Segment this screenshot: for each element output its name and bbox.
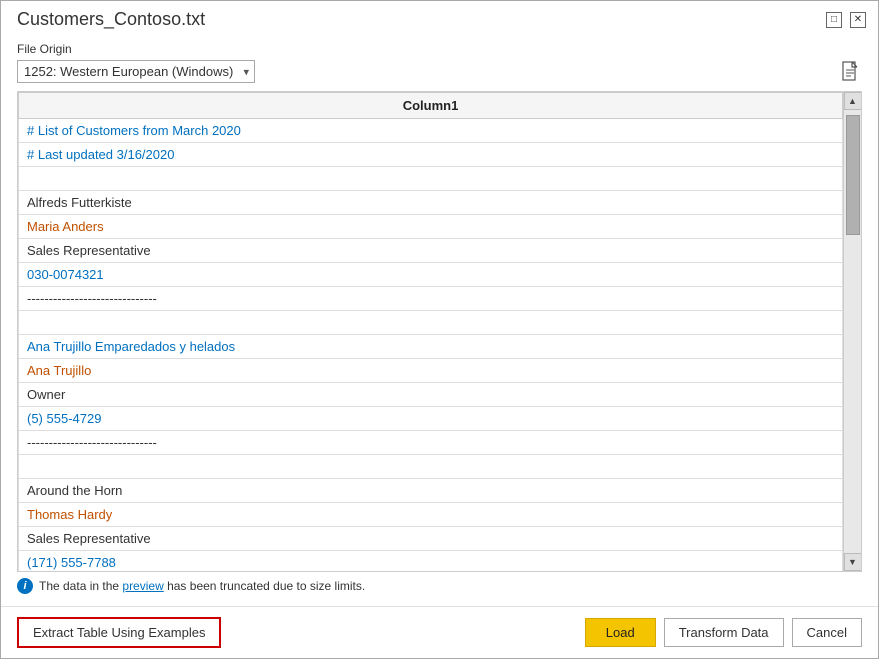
table-row: [19, 455, 843, 479]
table-cell: (5) 555-4729: [19, 407, 843, 431]
table-cell: Thomas Hardy: [19, 503, 843, 527]
preview-link[interactable]: preview: [122, 579, 163, 593]
table-cell: ------------------------------: [19, 431, 843, 455]
transform-data-button[interactable]: Transform Data: [664, 618, 784, 647]
column-header: Column1: [19, 93, 843, 119]
table-cell: 030-0074321: [19, 263, 843, 287]
title-bar: Customers_Contoso.txt □ ✕: [1, 1, 878, 34]
table-cell: Sales Representative: [19, 239, 843, 263]
content-area: File Origin 1252: Western European (Wind…: [1, 34, 878, 606]
info-icon: i: [17, 578, 33, 594]
info-suffix: has been truncated due to size limits.: [164, 579, 365, 593]
table-cell: Around the Horn: [19, 479, 843, 503]
table-scroll[interactable]: Column1 # List of Customers from March 2…: [18, 92, 843, 571]
table-cell: Ana Trujillo Emparedados y helados: [19, 335, 843, 359]
scroll-track[interactable]: [844, 110, 862, 553]
footer-right-buttons: Load Transform Data Cancel: [585, 618, 862, 647]
table-row: Sales Representative: [19, 527, 843, 551]
table-cell: # Last updated 3/16/2020: [19, 143, 843, 167]
table-cell: Owner: [19, 383, 843, 407]
table-cell: Maria Anders: [19, 215, 843, 239]
scroll-up-button[interactable]: ▲: [844, 92, 862, 110]
table-row: Thomas Hardy: [19, 503, 843, 527]
info-prefix: The data in the: [39, 579, 122, 593]
table-cell: [19, 455, 843, 479]
load-button[interactable]: Load: [585, 618, 656, 647]
table-row: Ana Trujillo Emparedados y helados: [19, 335, 843, 359]
main-dialog: Customers_Contoso.txt □ ✕ File Origin 12…: [0, 0, 879, 659]
table-cell: # List of Customers from March 2020: [19, 119, 843, 143]
info-bar: i The data in the preview has been trunc…: [17, 572, 862, 598]
table-wrapper: Column1 # List of Customers from March 2…: [17, 91, 862, 572]
dialog-title: Customers_Contoso.txt: [17, 9, 205, 30]
table-cell: Ana Trujillo: [19, 359, 843, 383]
table-row: Alfreds Futterkiste: [19, 191, 843, 215]
footer: Extract Table Using Examples Load Transf…: [1, 606, 878, 658]
table-row: Around the Horn: [19, 479, 843, 503]
table-cell: (171) 555-7788: [19, 551, 843, 572]
file-icon[interactable]: [840, 61, 862, 83]
info-message: The data in the preview has been truncat…: [39, 579, 365, 593]
table-cell: [19, 311, 843, 335]
table-row: # Last updated 3/16/2020: [19, 143, 843, 167]
window-controls: □ ✕: [826, 12, 866, 28]
table-row: # List of Customers from March 2020: [19, 119, 843, 143]
scroll-thumb[interactable]: [846, 115, 860, 235]
table-cell: Alfreds Futterkiste: [19, 191, 843, 215]
table-row: Maria Anders: [19, 215, 843, 239]
table-row: ------------------------------: [19, 287, 843, 311]
data-table: Column1 # List of Customers from March 2…: [18, 92, 843, 571]
table-row: ------------------------------: [19, 431, 843, 455]
origin-row: 1252: Western European (Windows): [17, 60, 862, 83]
table-cell: [19, 167, 843, 191]
minimize-button[interactable]: □: [826, 12, 842, 28]
close-button[interactable]: ✕: [850, 12, 866, 28]
table-row: [19, 167, 843, 191]
table-cell: ------------------------------: [19, 287, 843, 311]
file-origin-label: File Origin: [17, 42, 862, 56]
file-origin-select-wrapper: 1252: Western European (Windows): [17, 60, 255, 83]
table-cell: Sales Representative: [19, 527, 843, 551]
cancel-button[interactable]: Cancel: [792, 618, 862, 647]
table-row: (171) 555-7788: [19, 551, 843, 572]
scroll-down-button[interactable]: ▼: [844, 553, 862, 571]
table-row: [19, 311, 843, 335]
extract-table-button[interactable]: Extract Table Using Examples: [17, 617, 221, 648]
table-row: Owner: [19, 383, 843, 407]
table-row: Ana Trujillo: [19, 359, 843, 383]
file-origin-select[interactable]: 1252: Western European (Windows): [17, 60, 255, 83]
table-row: 030-0074321: [19, 263, 843, 287]
table-row: Sales Representative: [19, 239, 843, 263]
scrollbar: ▲ ▼: [843, 92, 861, 571]
table-row: (5) 555-4729: [19, 407, 843, 431]
